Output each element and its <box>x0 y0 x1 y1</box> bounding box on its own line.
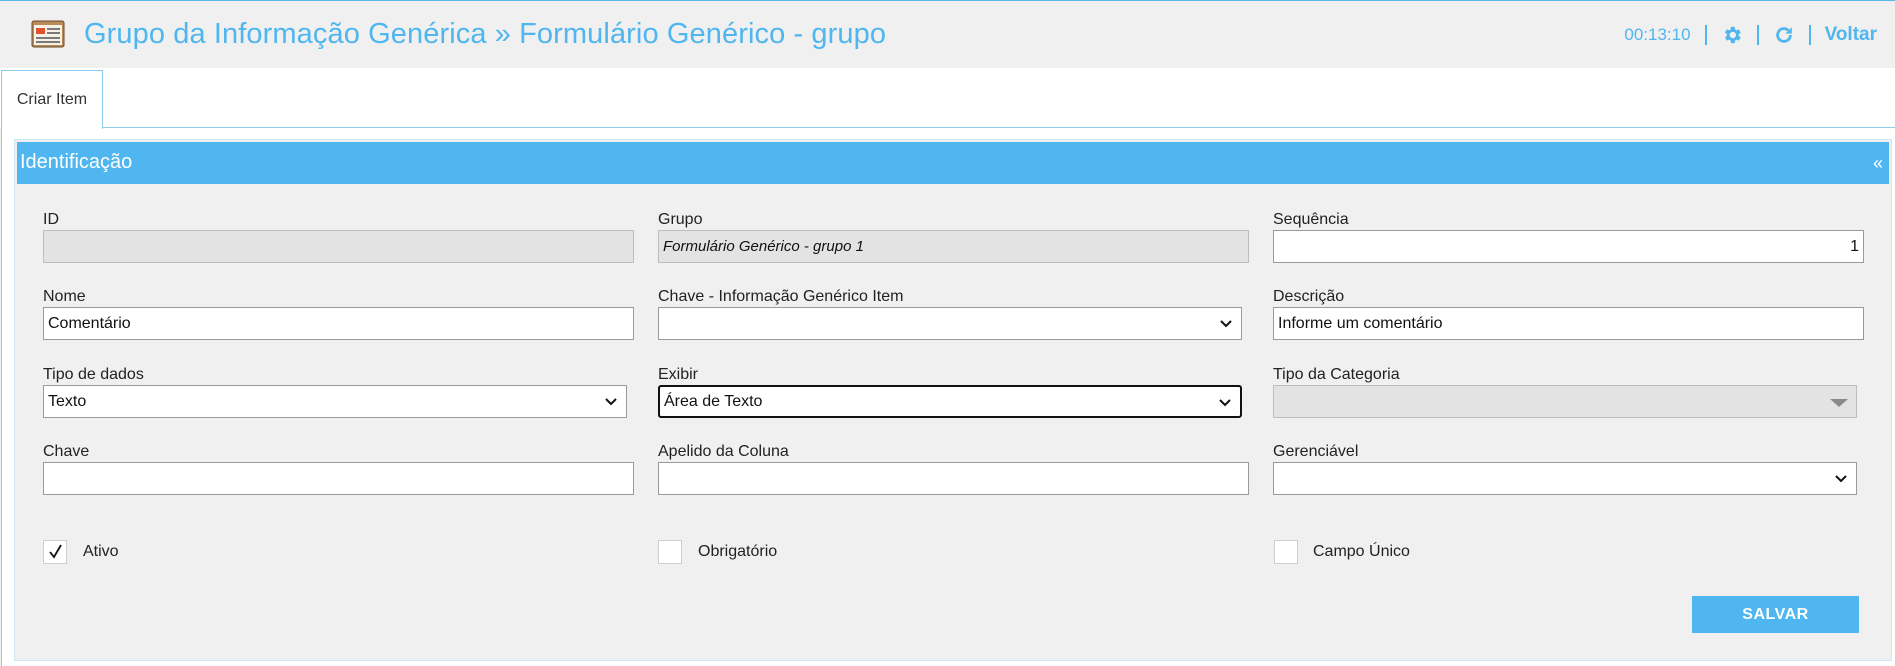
tipo-categoria-select <box>1273 385 1857 418</box>
divider <box>1756 25 1759 45</box>
page-header: Grupo da Informação Genérica » Formulári… <box>0 1 1895 68</box>
obrigatorio-label: Obrigatório <box>698 543 778 560</box>
campo-unico-label: Campo Único <box>1313 543 1410 560</box>
tab-criar-item[interactable]: Criar Item <box>1 70 103 129</box>
gerenciavel-select[interactable] <box>1273 462 1857 495</box>
apelido-coluna-label: Apelido da Coluna <box>658 443 789 460</box>
exibir-value: Área de Texto <box>664 392 763 410</box>
chevron-down-icon <box>605 398 617 406</box>
apelido-coluna-input[interactable] <box>658 462 1249 495</box>
form-window-icon <box>31 20 65 48</box>
id-field <box>43 230 634 263</box>
id-label: ID <box>43 211 59 228</box>
gerenciavel-label: Gerenciável <box>1273 443 1359 460</box>
sequencia-label: Sequência <box>1273 211 1349 228</box>
tab-bar: Criar Item <box>0 68 1895 129</box>
exibir-label: Exibir <box>658 366 699 383</box>
divider <box>1704 25 1707 45</box>
gear-icon[interactable] <box>1721 24 1743 46</box>
tipo-dados-select[interactable]: Texto <box>43 385 627 418</box>
tipo-categoria-label: Tipo da Categoria <box>1273 366 1400 383</box>
panel-title: Identificação <box>20 151 133 173</box>
panel-header: Identificação « <box>17 142 1889 184</box>
chave-label: Chave <box>43 443 90 460</box>
chevron-down-icon <box>1219 399 1231 407</box>
collapse-button[interactable]: « <box>1873 153 1883 174</box>
session-timer: 00:13:10 <box>1624 25 1691 44</box>
tipo-dados-label: Tipo de dados <box>43 366 144 383</box>
page-title: Grupo da Informação Genérica » Formulári… <box>84 18 887 50</box>
tipo-dados-value: Texto <box>48 392 87 410</box>
header-actions: 00:13:10 Voltar <box>1624 23 1877 47</box>
nome-input[interactable]: Comentário <box>43 307 634 340</box>
chevron-down-icon <box>1220 320 1232 328</box>
refresh-icon[interactable] <box>1773 24 1795 46</box>
chave-info-label: Chave - Informação Genérico Item <box>658 288 904 305</box>
campo-unico-checkbox[interactable] <box>1274 540 1298 564</box>
back-link[interactable]: Voltar <box>1825 24 1877 46</box>
tab-divider <box>103 127 1895 128</box>
descricao-label: Descrição <box>1273 288 1345 305</box>
obrigatorio-checkbox[interactable] <box>658 540 682 564</box>
ativo-label: Ativo <box>83 543 119 560</box>
checkmark-icon <box>49 544 62 559</box>
divider <box>1808 25 1811 45</box>
ativo-checkbox[interactable] <box>43 540 67 564</box>
triangle-down-icon <box>1830 399 1848 407</box>
chevron-down-icon <box>1835 475 1847 483</box>
descricao-input[interactable]: Informe um comentário <box>1273 307 1864 340</box>
chave-info-select[interactable] <box>658 307 1242 340</box>
grupo-label: Grupo <box>658 211 703 228</box>
nome-label: Nome <box>43 288 86 305</box>
sequencia-input[interactable]: 1 <box>1273 230 1864 263</box>
exibir-select[interactable]: Área de Texto <box>658 385 1242 418</box>
save-button[interactable]: SALVAR <box>1692 596 1859 633</box>
chave-input[interactable] <box>43 462 634 495</box>
grupo-field: Formulário Genérico - grupo 1 <box>658 230 1249 263</box>
